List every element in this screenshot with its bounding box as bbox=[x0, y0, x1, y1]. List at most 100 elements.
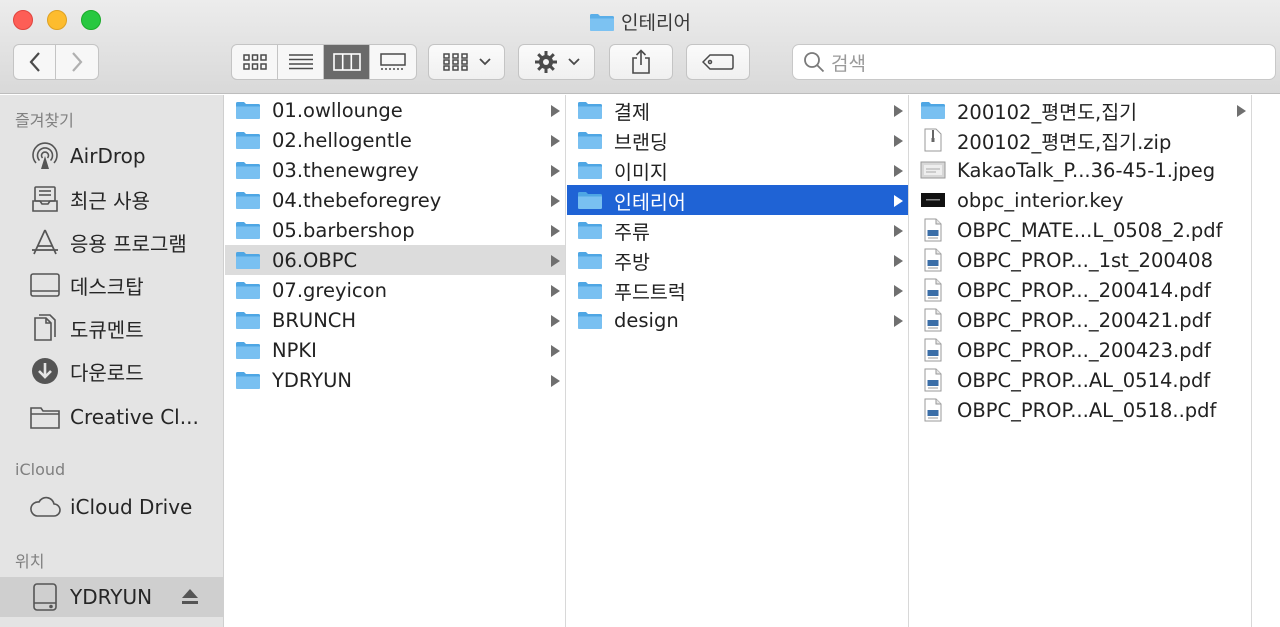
folder-icon bbox=[235, 309, 261, 331]
file-row[interactable]: 푸드트럭 bbox=[567, 275, 908, 305]
file-row[interactable]: design bbox=[567, 305, 908, 335]
file-name: BRUNCH bbox=[272, 308, 357, 332]
file-row[interactable]: 07.greyicon bbox=[225, 275, 565, 305]
disclosure-arrow-icon bbox=[550, 343, 561, 362]
folder-icon bbox=[28, 402, 62, 432]
applications-icon bbox=[28, 227, 62, 257]
disclosure-arrow-icon bbox=[550, 373, 561, 392]
file-row[interactable]: obpc_interior.key bbox=[910, 185, 1251, 215]
folder-icon bbox=[577, 159, 603, 181]
sidebar-item-label: 도큐멘트 bbox=[70, 317, 144, 342]
file-row[interactable]: 03.thenewgrey bbox=[225, 155, 565, 185]
file-name: OBPC_PROP..._200421.pdf bbox=[957, 308, 1211, 332]
folder-icon bbox=[577, 279, 603, 301]
file-row[interactable]: 05.barbershop bbox=[225, 215, 565, 245]
list-view-button[interactable] bbox=[278, 45, 324, 79]
sidebar-item-desktop[interactable]: 데스크탑 bbox=[0, 265, 223, 305]
file-row[interactable]: 이미지 bbox=[567, 155, 908, 185]
file-row[interactable]: NPKI bbox=[225, 335, 565, 365]
sidebar-item-icloud-drive[interactable]: iCloud Drive bbox=[0, 487, 223, 527]
documents-icon bbox=[28, 313, 62, 343]
sidebar-item-documents[interactable]: 도큐멘트 bbox=[0, 308, 223, 348]
search-placeholder: 검색 bbox=[831, 52, 866, 75]
file-row[interactable]: OBPC_PROP...AL_0518..pdf bbox=[910, 395, 1251, 425]
file-row[interactable]: 200102_평면도,집기 bbox=[910, 95, 1251, 125]
sidebar-item-label: 응용 프로그램 bbox=[70, 231, 187, 256]
file-row[interactable]: 04.thebeforegrey bbox=[225, 185, 565, 215]
downloads-icon bbox=[28, 356, 62, 386]
disclosure-arrow-icon bbox=[893, 163, 904, 182]
file-row[interactable]: 결제 bbox=[567, 95, 908, 125]
search-field[interactable]: 검색 bbox=[792, 44, 1276, 80]
file-row[interactable]: OBPC_MATE...L_0508_2.pdf bbox=[910, 215, 1251, 245]
folder-icon bbox=[589, 12, 615, 37]
file-row[interactable]: 06.OBPC bbox=[225, 245, 565, 275]
file-row[interactable]: OBPC_PROP..._200421.pdf bbox=[910, 305, 1251, 335]
folder-icon bbox=[235, 339, 261, 361]
disclosure-arrow-icon bbox=[893, 103, 904, 122]
file-row[interactable]: 주류 bbox=[567, 215, 908, 245]
tags-button[interactable] bbox=[686, 44, 750, 80]
file-row[interactable]: 02.hellogentle bbox=[225, 125, 565, 155]
sidebar-item-recents[interactable]: 최근 사용 bbox=[0, 179, 223, 219]
eject-icon[interactable] bbox=[181, 588, 199, 609]
file-row[interactable]: OBPC_PROP..._1st_200408 bbox=[910, 245, 1251, 275]
chevron-down-icon bbox=[567, 58, 580, 66]
search-icon bbox=[804, 52, 825, 73]
folder-icon bbox=[235, 369, 261, 391]
file-name: YDRYUN bbox=[272, 368, 352, 392]
file-name: 주방 bbox=[614, 250, 650, 274]
sidebar-item-label: Creative Cl... bbox=[70, 405, 199, 429]
group-by-button[interactable] bbox=[428, 44, 505, 80]
sidebar-item-downloads[interactable]: 다운로드 bbox=[0, 351, 223, 391]
disclosure-arrow-icon bbox=[893, 133, 904, 152]
disclosure-arrow-icon bbox=[893, 313, 904, 332]
file-row[interactable]: 200102_평면도,집기.zip bbox=[910, 125, 1251, 155]
folder-icon bbox=[235, 279, 261, 301]
file-name: 인테리어 bbox=[614, 190, 686, 214]
file-name: 06.OBPC bbox=[272, 248, 358, 272]
sidebar-item-ydryun[interactable]: YDRYUN bbox=[0, 577, 223, 617]
file-name: 07.greyicon bbox=[272, 278, 387, 302]
gallery-view-button[interactable] bbox=[370, 45, 416, 79]
list-icon bbox=[288, 54, 313, 70]
forward-button[interactable] bbox=[56, 45, 98, 79]
file-row[interactable]: BRUNCH bbox=[225, 305, 565, 335]
column-view-button[interactable] bbox=[324, 45, 370, 79]
sidebar-item-label: 최근 사용 bbox=[70, 188, 150, 213]
file-row[interactable]: OBPC_PROP..._200414.pdf bbox=[910, 275, 1251, 305]
disclosure-arrow-icon bbox=[550, 193, 561, 212]
file-row[interactable]: 인테리어 bbox=[567, 185, 908, 215]
icon-view-button[interactable] bbox=[232, 45, 278, 79]
file-row[interactable]: KakaoTalk_P...36-45-1.jpeg bbox=[910, 155, 1251, 185]
file-name: OBPC_PROP..._200423.pdf bbox=[957, 338, 1211, 362]
file-row[interactable]: 01.owllounge bbox=[225, 95, 565, 125]
file-row[interactable]: OBPC_PROP..._200423.pdf bbox=[910, 335, 1251, 365]
file-name: 02.hellogentle bbox=[272, 128, 412, 152]
folder-icon bbox=[235, 99, 261, 121]
file-row[interactable]: OBPC_PROP...AL_0514.pdf bbox=[910, 365, 1251, 395]
tag-icon bbox=[702, 54, 734, 70]
file-row[interactable]: 브랜딩 bbox=[567, 125, 908, 155]
file-row[interactable]: 주방 bbox=[567, 245, 908, 275]
folder-icon bbox=[577, 249, 603, 271]
file-row[interactable]: YDRYUN bbox=[225, 365, 565, 395]
folder-icon bbox=[577, 99, 603, 121]
action-menu-button[interactable] bbox=[518, 44, 595, 80]
sidebar-item-applications[interactable]: 응용 프로그램 bbox=[0, 222, 223, 262]
folder-icon bbox=[577, 189, 603, 211]
sidebar-item-airdrop[interactable]: AirDrop bbox=[0, 136, 223, 176]
disclosure-arrow-icon bbox=[550, 253, 561, 272]
folder-icon bbox=[235, 129, 261, 151]
sidebar-item-creative-cloud[interactable]: Creative Cl... bbox=[0, 397, 223, 437]
back-button[interactable] bbox=[14, 45, 57, 79]
icloud-header: iCloud bbox=[15, 460, 66, 479]
file-name: 주류 bbox=[614, 220, 650, 244]
file-name: 04.thebeforegrey bbox=[272, 188, 442, 212]
file-name: 05.barbershop bbox=[272, 218, 415, 242]
finder-window: 인테리어 검색 즐겨찾기 AirDrop 최근 사용 응용 프로그램 데스크탑 … bbox=[0, 0, 1280, 627]
chevron-right-icon bbox=[72, 52, 83, 72]
share-button[interactable] bbox=[609, 44, 673, 80]
folder-icon bbox=[235, 219, 261, 241]
file-name: 03.thenewgrey bbox=[272, 158, 419, 182]
